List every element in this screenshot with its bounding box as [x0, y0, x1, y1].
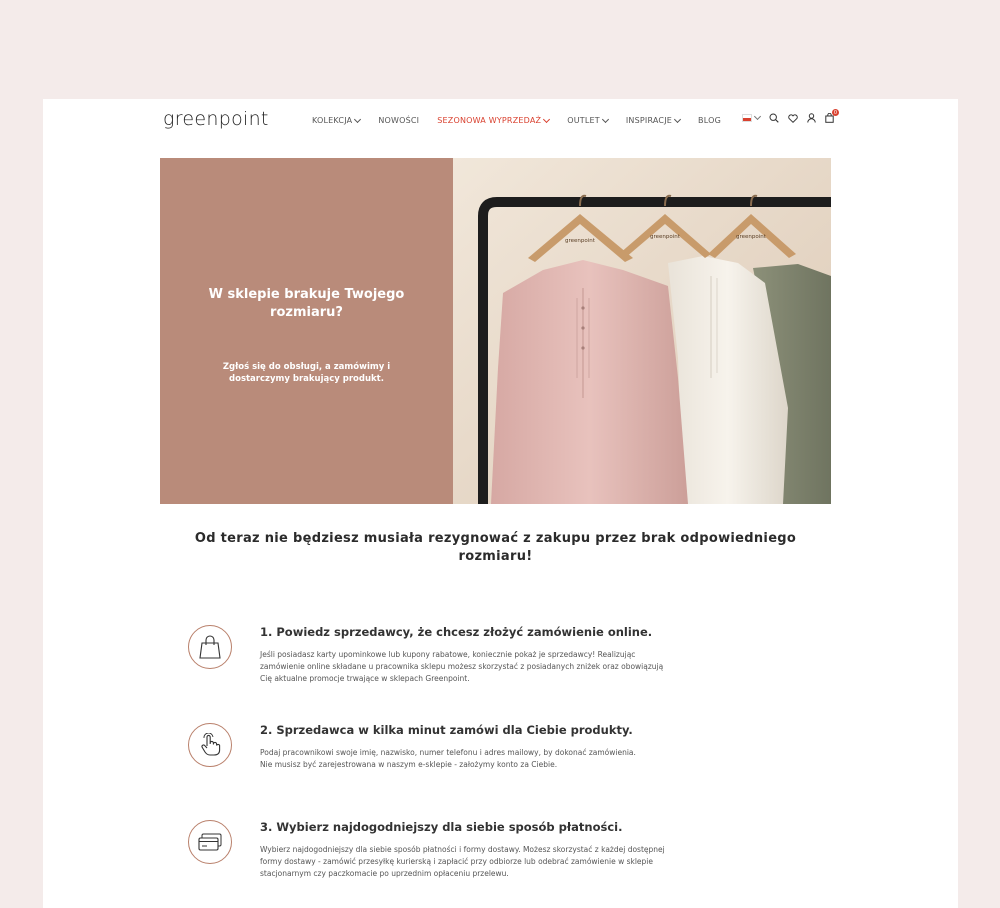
step-description: Podaj pracownikowi swoje imię, nazwisko,…	[260, 747, 710, 771]
header-icons: 0	[733, 109, 839, 123]
chevron-down-icon	[354, 115, 362, 123]
nav-label: KOLEKCJA	[312, 116, 353, 125]
nav-label: OUTLET	[567, 116, 600, 125]
hero-title: W sklepie brakuje Twojego rozmiaru?	[208, 287, 405, 320]
step-line: Nie musisz być zarejestrowana w naszym e…	[260, 760, 558, 769]
hero-text-panel: W sklepie brakuje Twojego rozmiaru? Zgło…	[160, 158, 453, 504]
nav-label: INSPIRACJE	[625, 116, 673, 125]
language-selector[interactable]	[742, 112, 762, 122]
credit-card-icon	[198, 833, 222, 851]
step-title: 1. Powiedz sprzedawcy, że chcesz złożyć …	[260, 625, 653, 639]
search-icon	[769, 113, 779, 123]
step-line: formy dostawy - zamówić przesyłkę kurier…	[260, 857, 653, 866]
main-nav: KOLEKCJA NOWOŚCI SEZONOWA WYPRZEDAŻ OUTL…	[312, 115, 739, 125]
logo[interactable]: greenpoint	[163, 108, 269, 130]
chevron-down-icon	[543, 115, 551, 123]
hero-subtitle: Zgłoś się do obsługi, a zamówimy i dosta…	[222, 362, 391, 384]
hero-banner: W sklepie brakuje Twojego rozmiaru? Zgło…	[160, 158, 831, 504]
nav-item-nowosci[interactable]: NOWOŚCI	[378, 116, 419, 125]
cart-button[interactable]: 0	[825, 109, 839, 123]
nav-item-blog[interactable]: BLOG	[698, 116, 721, 125]
step-icon-ring	[188, 625, 232, 669]
heart-icon	[788, 113, 798, 123]
step-line: stacjonarnym czy paczkomacie po uprzedni…	[260, 869, 509, 878]
chevron-down-icon	[601, 115, 609, 123]
nav-item-sezonowa-wyprzedaz[interactable]: SEZONOWA WYPRZEDAŻ	[437, 115, 551, 125]
step-icon-ring	[188, 820, 232, 864]
step-title: 2. Sprzedawca w kilka minut zamówi dla C…	[260, 723, 633, 737]
nav-item-outlet[interactable]: OUTLET	[567, 115, 609, 125]
shopping-bag-icon	[199, 635, 221, 659]
hanger-brand-label: greenpoint	[565, 238, 596, 244]
nav-label: BLOG	[698, 116, 721, 125]
cart-count-badge: 0	[832, 109, 839, 116]
search-button[interactable]	[769, 113, 779, 123]
hand-pointer-icon	[201, 733, 221, 756]
nav-item-kolekcja[interactable]: KOLEKCJA	[312, 115, 362, 125]
step-description: Wybierz najdogodniejszy dla siebie sposó…	[260, 844, 710, 880]
step-line: Cię aktualne promocje trwające w sklepac…	[260, 674, 470, 683]
page-container: greenpoint KOLEKCJA NOWOŚCI SEZONOWA WYP…	[43, 99, 958, 908]
hanger-brand-label: greenpoint	[650, 234, 681, 240]
flag-pl-icon	[742, 114, 752, 122]
hanger-brand-label: greenpoint	[736, 234, 767, 240]
clothes-rack-illustration: greenpoint greenpoint greenpoint	[453, 158, 831, 504]
nav-label: SEZONOWA WYPRZEDAŻ	[437, 116, 542, 125]
step-line: Jeśli posiadasz karty upominkowe lub kup…	[260, 650, 636, 659]
wishlist-button[interactable]	[788, 113, 798, 123]
step-title: 3. Wybierz najdogodniejszy dla siebie sp…	[260, 820, 623, 834]
nav-label: NOWOŚCI	[378, 116, 420, 125]
step-line: Wybierz najdogodniejszy dla siebie sposó…	[260, 845, 665, 854]
hero-image: greenpoint greenpoint greenpoint	[453, 158, 831, 504]
step-line: zamówienie online składane u pracownika …	[260, 662, 664, 671]
tagline: Od teraz nie będziesz musiała rezygnować…	[194, 531, 797, 564]
site-header: greenpoint KOLEKCJA NOWOŚCI SEZONOWA WYP…	[43, 99, 958, 143]
step-line: Podaj pracownikowi swoje imię, nazwisko,…	[260, 748, 636, 757]
account-button[interactable]	[807, 113, 816, 123]
nav-item-inspiracje[interactable]: INSPIRACJE	[625, 115, 682, 125]
chevron-down-icon	[753, 112, 762, 121]
step-icon-ring	[188, 723, 232, 767]
step-description: Jeśli posiadasz karty upominkowe lub kup…	[260, 649, 710, 685]
chevron-down-icon	[673, 115, 682, 123]
user-icon	[807, 113, 816, 123]
